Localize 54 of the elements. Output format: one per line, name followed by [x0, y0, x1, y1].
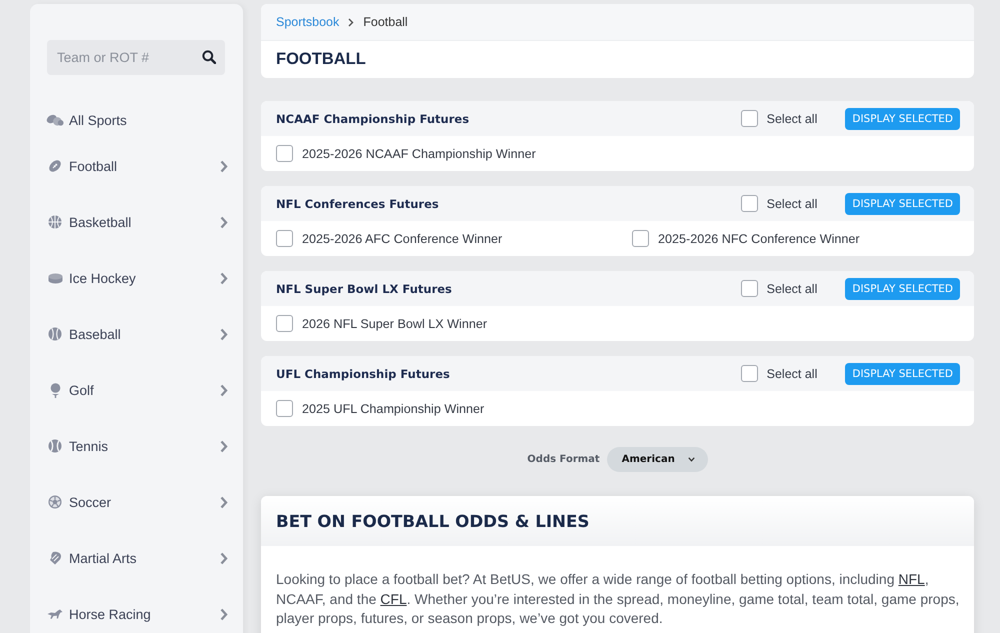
search-field[interactable]: Team or ROT # — [47, 40, 225, 75]
card-title: NFL Conferences Futures — [276, 196, 440, 210]
select-all-checkbox[interactable] — [740, 280, 758, 297]
sport-menu-item[interactable]: Ice Hockey — [46, 270, 228, 286]
golf-ball-icon — [50, 382, 60, 398]
chevron-right-icon — [348, 18, 354, 26]
boxing-glove-icon — [48, 551, 62, 565]
page-title: FOOTBALL — [276, 50, 366, 69]
horse-icon — [47, 608, 63, 620]
article-title: BET ON FOOTBALL ODDS & LINES — [276, 511, 590, 531]
market-label[interactable]: 2026 NFL Super Bowl LX Winner — [302, 316, 488, 330]
sport-menu-item[interactable]: Football — [46, 158, 228, 174]
football-icon — [48, 159, 62, 173]
market-checkbox[interactable] — [276, 315, 293, 332]
select-all-label[interactable]: Select all — [766, 196, 818, 210]
market-checkbox[interactable] — [276, 145, 293, 162]
select-all-checkbox[interactable] — [740, 195, 758, 212]
odds-format-dropdown[interactable]: American — [606, 447, 708, 472]
article-paragraph: Looking to place a football bet? At BetUS, we offer a wide range of football betting options, including NFL, NCAAF, and the CFL. Whether you’re interested in the spread, moneyline, game total, team total, game props, player props, futures, or season props, we’ve got you covered. — [276, 570, 960, 628]
market-label[interactable]: 2025-2026 AFC Conference Winner — [302, 232, 502, 246]
chevron-down-icon — [688, 457, 695, 462]
select-all-checkbox[interactable] — [740, 110, 758, 127]
soccer-ball-icon — [48, 495, 62, 509]
card-title: UFL Championship Futures — [276, 366, 451, 380]
select-all-label[interactable]: Select all — [766, 112, 818, 126]
sport-menu-item[interactable]: Golf — [46, 382, 228, 398]
market-label[interactable]: 2025-2026 NFC Conference Winner — [658, 232, 860, 246]
basketball-icon — [48, 215, 62, 229]
sport-menu-item[interactable]: Basketball — [46, 214, 228, 230]
market-label[interactable]: 2025 UFL Championship Winner — [302, 402, 484, 416]
baseball-icon — [48, 327, 62, 341]
market-checkbox[interactable] — [276, 230, 293, 247]
market-label[interactable]: 2025-2026 NCAAF Championship Winner — [302, 146, 536, 160]
sports-balls-icon — [46, 113, 64, 127]
sport-menu-item[interactable]: All Sports — [46, 112, 228, 128]
odds-format-label: Odds Format — [527, 454, 600, 465]
card-title: NFL Super Bowl LX Futures — [276, 282, 453, 296]
select-all-label[interactable]: Select all — [766, 282, 818, 296]
market-checkbox[interactable] — [632, 230, 649, 247]
hockey-puck-icon — [48, 272, 62, 284]
tennis-ball-icon — [48, 439, 62, 453]
breadcrumb-current: Football — [363, 15, 408, 29]
select-all-checkbox[interactable] — [740, 365, 758, 382]
select-all-label[interactable]: Select all — [766, 366, 818, 380]
sport-menu-item[interactable]: Baseball — [46, 326, 228, 342]
sport-menu-item[interactable]: Soccer — [46, 494, 228, 510]
text-link[interactable]: CFL — [380, 590, 407, 606]
market-checkbox[interactable] — [276, 400, 293, 417]
sport-menu-item[interactable]: Horse Racing — [46, 606, 228, 622]
card-title: NCAAF Championship Futures — [276, 112, 470, 126]
search-icon[interactable] — [202, 50, 216, 64]
sport-menu-item[interactable]: Martial Arts — [46, 550, 228, 566]
text-link[interactable]: NFL — [898, 571, 925, 587]
sport-menu-item[interactable]: Tennis — [46, 438, 228, 454]
